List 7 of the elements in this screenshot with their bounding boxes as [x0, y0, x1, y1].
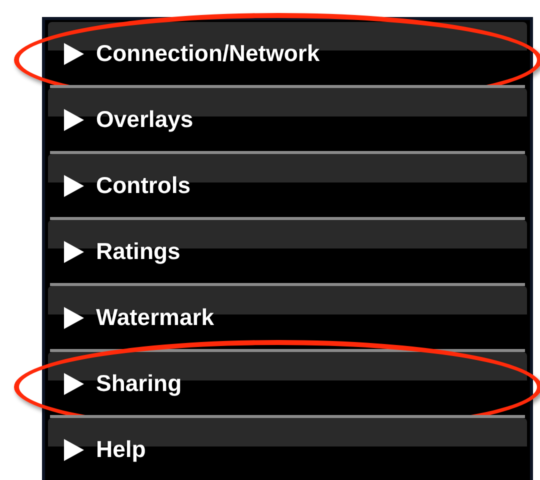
triangle-icon [64, 438, 84, 460]
triangle-icon [64, 174, 84, 196]
triangle-icon [64, 42, 84, 64]
triangle-icon [64, 306, 84, 328]
triangle-icon [64, 108, 84, 130]
triangle-icon [64, 240, 84, 262]
triangle-icon [64, 372, 84, 394]
